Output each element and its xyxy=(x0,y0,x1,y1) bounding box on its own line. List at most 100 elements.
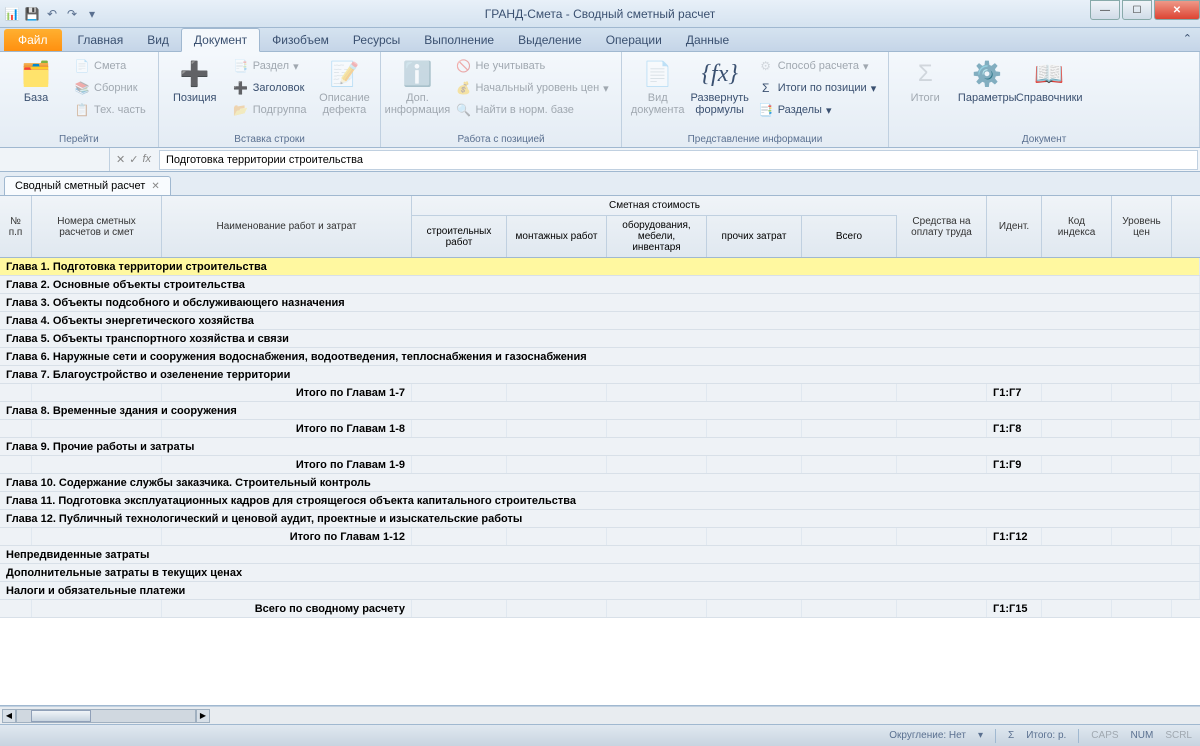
redo-icon[interactable]: ↷ xyxy=(64,6,80,22)
table-row[interactable]: Налоги и обязательные платежи xyxy=(0,582,1200,600)
scroll-right-icon[interactable]: ▶ xyxy=(196,709,210,723)
minimize-button[interactable]: — xyxy=(1090,0,1120,20)
tab-selection[interactable]: Выделение xyxy=(506,29,594,51)
close-tab-icon[interactable]: ✕ xyxy=(151,181,159,192)
tab-data[interactable]: Данные xyxy=(674,29,741,51)
col-name[interactable]: Наименование работ и затрат xyxy=(162,196,412,257)
fx-icon[interactable]: fx xyxy=(142,153,151,166)
table-row[interactable]: Всего по сводному расчетуГ1:Г15 xyxy=(0,600,1200,618)
undo-icon[interactable]: ↶ xyxy=(44,6,60,22)
grid: № п.п Номера сметных расчетов и смет Наи… xyxy=(0,196,1200,706)
col-cost-build[interactable]: строительных работ xyxy=(412,216,507,257)
col-ident[interactable]: Идент. xyxy=(987,196,1042,257)
col-level[interactable]: Уровень цен xyxy=(1112,196,1172,257)
expand-label: Развернуть формулы xyxy=(691,92,749,116)
rounding-status[interactable]: Округление: Нет xyxy=(889,730,966,741)
col-cost-group: Сметная стоимость xyxy=(412,196,897,216)
base-button[interactable]: 🗂️ База xyxy=(8,56,64,106)
params-button[interactable]: ⚙️ Параметры xyxy=(959,56,1015,106)
grid-body[interactable]: Глава 1. Подготовка территории строитель… xyxy=(0,258,1200,618)
maximize-button[interactable]: ☐ xyxy=(1122,0,1152,20)
ignore-button: 🚫Не учитывать xyxy=(451,56,612,76)
tab-view[interactable]: Вид xyxy=(135,29,181,51)
tab-operations[interactable]: Операции xyxy=(594,29,674,51)
sections-button[interactable]: 📑Разделы ▾ xyxy=(754,100,881,120)
qat-more-icon[interactable]: ▾ xyxy=(84,6,100,22)
table-row[interactable]: Итого по Главам 1-12Г1:Г12 xyxy=(0,528,1200,546)
totals-item-button[interactable]: ΣИтоги по позиции ▾ xyxy=(754,78,881,98)
formula-bar: ✕ ✓ fx Подготовка территории строительст… xyxy=(0,148,1200,172)
sigma-icon[interactable]: Σ xyxy=(1008,730,1014,741)
scroll-left-icon[interactable]: ◀ xyxy=(2,709,16,723)
file-tab[interactable]: Файл xyxy=(4,29,62,51)
doctype-label: Вид документа xyxy=(631,92,685,116)
totals-label: Итоги xyxy=(911,92,940,104)
table-row[interactable]: Глава 9. Прочие работы и затраты xyxy=(0,438,1200,456)
cell-reference[interactable] xyxy=(0,148,110,171)
totals-button: Σ Итоги xyxy=(897,56,953,106)
table-row[interactable]: Итого по Главам 1-7Г1:Г7 xyxy=(0,384,1200,402)
doc-tab-label: Сводный сметный расчет xyxy=(15,180,145,192)
table-row[interactable]: Непредвиденные затраты xyxy=(0,546,1200,564)
cancel-fx-icon[interactable]: ✕ xyxy=(116,153,125,166)
table-row[interactable]: Глава 7. Благоустройство и озеленение те… xyxy=(0,366,1200,384)
sbornik-icon: 📚 xyxy=(74,80,90,96)
table-row[interactable]: Глава 3. Объекты подсобного и обслуживаю… xyxy=(0,294,1200,312)
close-button[interactable]: ✕ xyxy=(1154,0,1200,20)
table-row[interactable]: Глава 6. Наружные сети и сооружения водо… xyxy=(0,348,1200,366)
col-num[interactable]: № п.п xyxy=(0,196,32,257)
table-row[interactable]: Итого по Главам 1-8Г1:Г8 xyxy=(0,420,1200,438)
doc-tab[interactable]: Сводный сметный расчет ✕ xyxy=(4,176,171,195)
doctype-icon: 📄 xyxy=(642,58,674,90)
table-row[interactable]: Глава 5. Объекты транспортного хозяйства… xyxy=(0,330,1200,348)
table-row[interactable]: Итого по Главам 1-9Г1:Г9 xyxy=(0,456,1200,474)
table-row[interactable]: Глава 8. Временные здания и сооружения xyxy=(0,402,1200,420)
refs-button[interactable]: 📖 Справочники xyxy=(1021,56,1077,106)
col-cost-install[interactable]: монтажных работ xyxy=(507,216,607,257)
table-row[interactable]: Глава 4. Объекты энергетического хозяйст… xyxy=(0,312,1200,330)
find-icon: 🔍 xyxy=(455,102,471,118)
save-icon[interactable]: 💾 xyxy=(24,6,40,22)
grid-header: № п.п Номера сметных расчетов и смет Наи… xyxy=(0,196,1200,258)
col-cost-equip[interactable]: оборудования, мебели, инвентаря xyxy=(607,216,707,257)
col-refs[interactable]: Номера сметных расчетов и смет xyxy=(32,196,162,257)
table-row[interactable]: Дополнительные затраты в текущих ценах xyxy=(0,564,1200,582)
position-label: Позиция xyxy=(173,92,217,104)
ribbon-help-icon[interactable]: ⌃ xyxy=(1183,32,1192,45)
header-button[interactable]: ➕Заголовок xyxy=(229,78,311,98)
expand-button[interactable]: {fx} Развернуть формулы xyxy=(692,56,748,118)
addinfo-button: ℹ️ Доп. информация xyxy=(389,56,445,118)
app-icon: 📊 xyxy=(4,6,20,22)
col-cost-other[interactable]: прочих затрат xyxy=(707,216,802,257)
position-icon: ➕ xyxy=(179,58,211,90)
statusbar: Округление: Нет▾ Σ Итого: р. CAPS NUM SC… xyxy=(0,724,1200,746)
ignore-icon: 🚫 xyxy=(455,58,471,74)
col-cost-total[interactable]: Всего xyxy=(802,216,897,257)
base-icon: 🗂️ xyxy=(20,58,52,90)
tab-physvolume[interactable]: Физобъем xyxy=(260,29,341,51)
horizontal-scrollbar[interactable]: ◀ ▶ xyxy=(0,706,1200,724)
tech-icon: 📋 xyxy=(74,102,90,118)
tab-document[interactable]: Документ xyxy=(181,28,260,52)
subgroup-button: 📂Подгруппа xyxy=(229,100,311,120)
position-button[interactable]: ➕ Позиция xyxy=(167,56,223,106)
table-row[interactable]: Глава 11. Подготовка эксплуатационных ка… xyxy=(0,492,1200,510)
formula-input[interactable]: Подготовка территории строительства xyxy=(159,150,1198,170)
totals-icon: Σ xyxy=(909,58,941,90)
tab-resources[interactable]: Ресурсы xyxy=(341,29,412,51)
table-row[interactable]: Глава 1. Подготовка территории строитель… xyxy=(0,258,1200,276)
table-row[interactable]: Глава 10. Содержание службы заказчика. С… xyxy=(0,474,1200,492)
accept-fx-icon[interactable]: ✓ xyxy=(129,153,138,166)
table-row[interactable]: Глава 2. Основные объекты строительства xyxy=(0,276,1200,294)
calcmethod-icon: ⚙ xyxy=(758,58,774,74)
tab-execution[interactable]: Выполнение xyxy=(412,29,506,51)
scroll-thumb[interactable] xyxy=(31,710,91,722)
table-row[interactable]: Глава 12. Публичный технологический и це… xyxy=(0,510,1200,528)
col-index[interactable]: Код индекса xyxy=(1042,196,1112,257)
tab-main[interactable]: Главная xyxy=(66,29,136,51)
col-funds[interactable]: Средства на оплату труда xyxy=(897,196,987,257)
document-group-label: Документ xyxy=(897,132,1191,145)
addinfo-label: Доп. информация xyxy=(385,92,451,116)
sbornik-button: 📚Сборник xyxy=(70,78,150,98)
addinfo-icon: ℹ️ xyxy=(401,58,433,90)
